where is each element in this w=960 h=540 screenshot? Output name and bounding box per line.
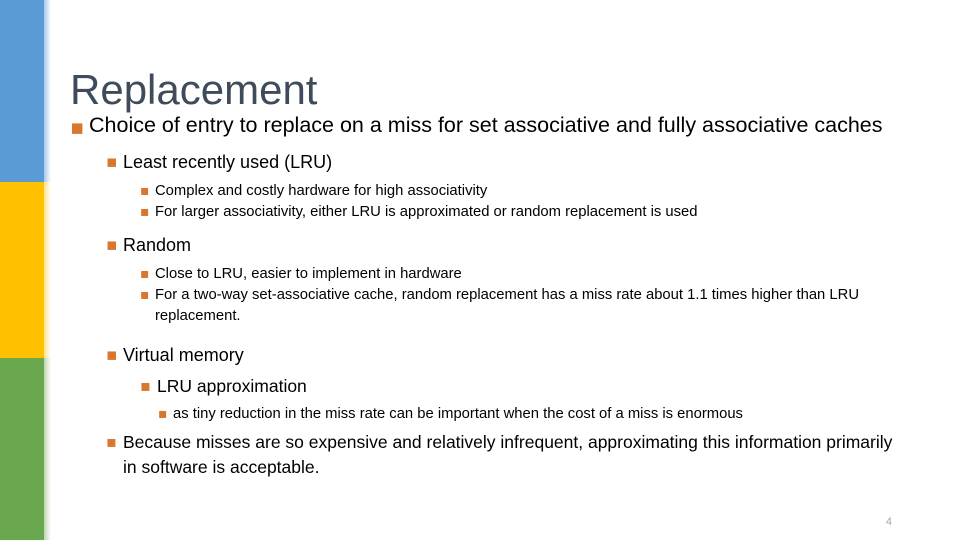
bullet-marker-icon: ▪ — [158, 406, 168, 422]
slide: Replacement ▪ Choice of entry to replace… — [0, 0, 960, 540]
bullet-text: Choice of entry to replace on a miss for… — [89, 113, 883, 137]
bullet-marker-icon: ▪ — [106, 152, 118, 172]
bullet-level3-lru-approximation: ▪ LRU approximation — [140, 374, 910, 399]
bullet-level2-random: ▪ Random — [106, 233, 910, 258]
accent-segment-blue — [0, 0, 51, 182]
left-accent-bar — [0, 0, 51, 540]
bullet-marker-icon: ▪ — [140, 266, 150, 282]
bullet-text: Virtual memory — [123, 345, 244, 365]
bullet-marker-icon: ▪ — [140, 376, 151, 395]
bullet-text: Because misses are so expensive and rela… — [123, 432, 893, 477]
bullet-level1-choice-of-entry: ▪ Choice of entry to replace on a miss f… — [70, 112, 910, 138]
page-number: 4 — [885, 516, 892, 528]
bullet-level3-close-to-lru: ▪ Close to LRU, easier to implement in h… — [140, 264, 910, 285]
bullet-marker-icon: ▪ — [70, 115, 85, 139]
bullet-text: Random — [123, 235, 192, 255]
bullet-level2-least-recently-used: ▪ Least recently used (LRU) — [106, 150, 910, 175]
bullet-text: as tiny reduction in the miss rate can b… — [173, 406, 743, 422]
bullet-marker-icon: ▪ — [106, 432, 117, 451]
accent-segment-green — [0, 358, 51, 540]
bullet-text: For a two-way set-associative cache, ran… — [155, 287, 860, 324]
bullet-text: Complex and costly hardware for high ass… — [155, 183, 488, 199]
slide-title: Replacement — [70, 66, 318, 114]
bullet-text: LRU approximation — [157, 376, 307, 396]
slide-body: ▪ Choice of entry to replace on a miss f… — [70, 112, 910, 480]
bullet-marker-icon: ▪ — [140, 183, 150, 199]
bullet-level2-virtual-memory: ▪ Virtual memory — [106, 343, 910, 368]
bullet-marker-icon: ▪ — [140, 204, 150, 220]
bullet-marker-icon: ▪ — [140, 287, 150, 303]
bullet-marker-icon: ▪ — [106, 345, 118, 365]
bullet-level3-because-misses: ▪ Because misses are so expensive and re… — [106, 430, 910, 480]
bullet-level3-for-larger-associativity: ▪ For larger associativity, either LRU i… — [140, 202, 910, 223]
bullet-level3-two-way-set-associative: ▪ For a two-way set-associative cache, r… — [140, 285, 910, 327]
bullet-text: Close to LRU, easier to implement in har… — [155, 266, 462, 282]
bullet-text: Least recently used (LRU) — [123, 152, 333, 172]
accent-segment-yellow — [0, 182, 51, 358]
bullet-level3-complex-and-costly: ▪ Complex and costly hardware for high a… — [140, 181, 910, 202]
bullet-marker-icon: ▪ — [106, 235, 118, 255]
bullet-text: For larger associativity, either LRU is … — [155, 204, 698, 220]
bullet-level4-tiny-reduction: ▪ as tiny reduction in the miss rate can… — [158, 404, 910, 425]
